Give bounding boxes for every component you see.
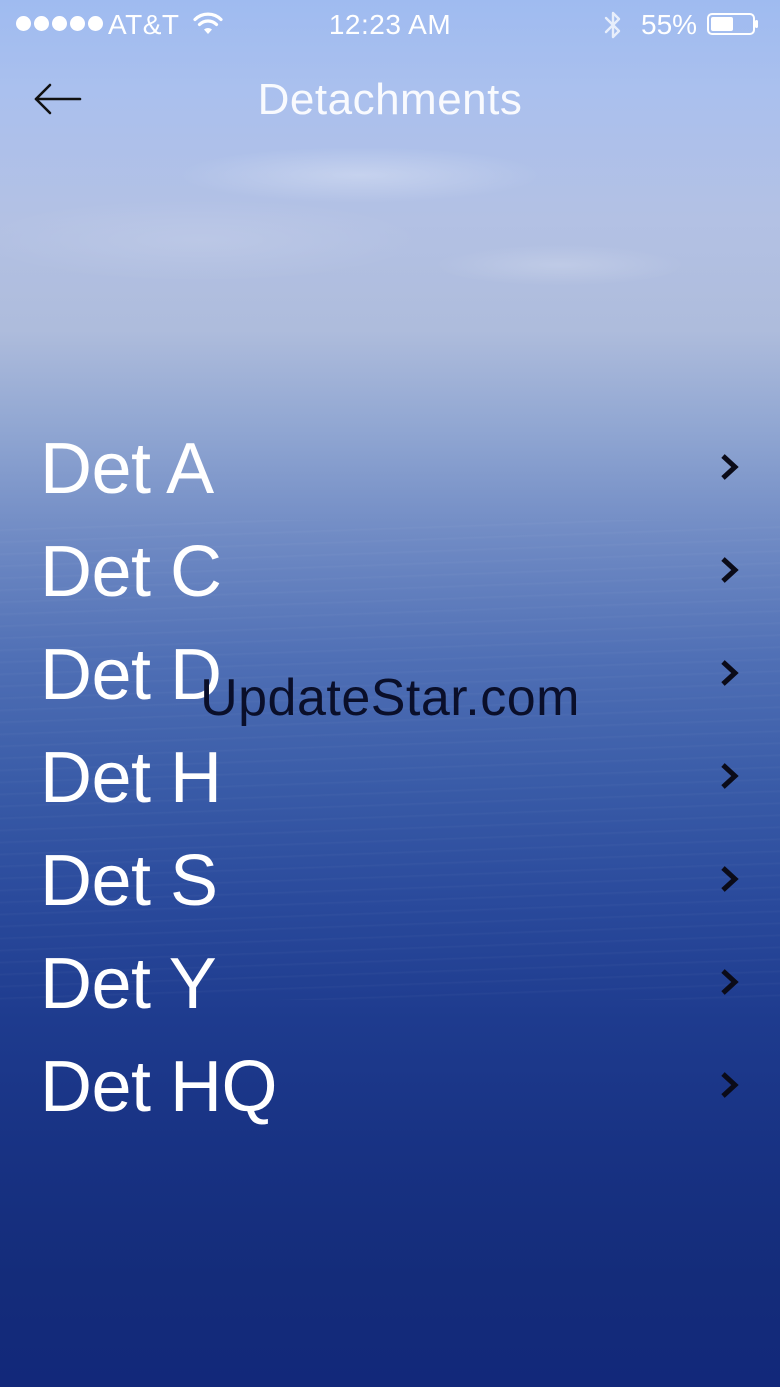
- detachment-row[interactable]: Det A: [0, 418, 780, 521]
- detachment-label: Det A: [40, 429, 214, 509]
- bluetooth-icon: [604, 11, 621, 39]
- page-title: Detachments: [257, 75, 523, 124]
- chevron-right-icon: [721, 763, 739, 789]
- detachment-label: Det H: [40, 738, 222, 818]
- chevron-right-icon: [721, 969, 739, 995]
- detachment-row[interactable]: Det H: [0, 727, 780, 830]
- detachment-row[interactable]: Det S: [0, 830, 780, 933]
- battery-fill: [711, 17, 733, 31]
- detachment-label: Det C: [40, 532, 222, 612]
- chevron-right-icon: [721, 454, 739, 480]
- detachment-row[interactable]: Det C: [0, 521, 780, 624]
- watermark-text: UpdateStar.com: [200, 669, 580, 727]
- detachment-label: Det S: [40, 841, 218, 921]
- detachment-label: Det Y: [40, 944, 217, 1024]
- detachment-label: Det HQ: [40, 1047, 278, 1127]
- status-bar: AT&T 12:23 AM 55%: [0, 0, 780, 50]
- detachment-row[interactable]: Det Y: [0, 933, 780, 1036]
- battery-icon: [707, 13, 758, 35]
- chevron-right-icon: [721, 557, 739, 583]
- detachment-list: Det A Det C Det D Det H Det S Det Y Det …: [0, 418, 780, 1139]
- battery-percent: 55%: [641, 9, 698, 40]
- chevron-right-icon: [721, 1072, 739, 1098]
- detachment-row[interactable]: Det HQ: [0, 1036, 780, 1139]
- chevron-right-icon: [721, 866, 739, 892]
